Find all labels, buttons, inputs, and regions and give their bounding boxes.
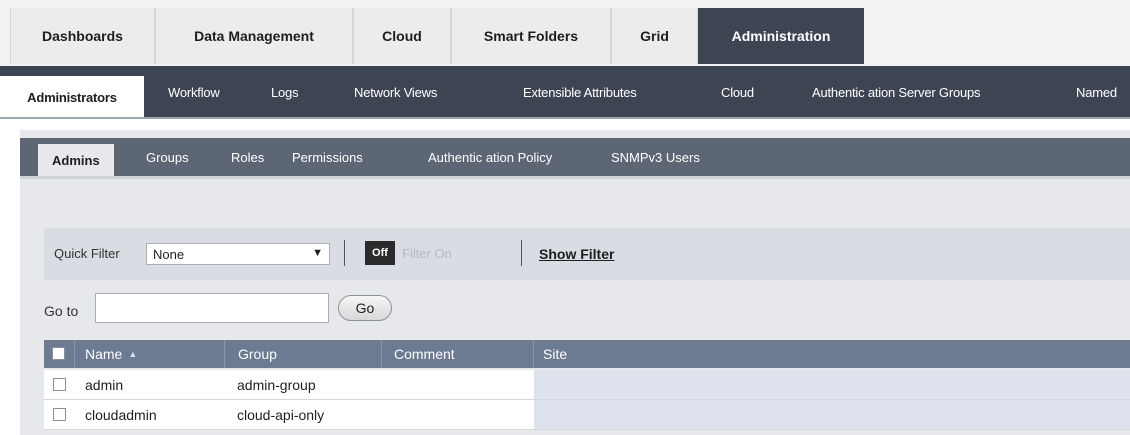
- name-cell: cloudadmin: [85, 407, 157, 423]
- tab-dashboards[interactable]: Dashboards: [10, 8, 155, 64]
- tab-administration[interactable]: Administration: [698, 8, 864, 64]
- nav-administrators[interactable]: Administrators: [0, 76, 144, 119]
- nav-logs[interactable]: Logs: [271, 66, 299, 119]
- subtab-roles[interactable]: Roles: [231, 138, 264, 176]
- subtab-groups[interactable]: Groups: [146, 138, 189, 176]
- column-divider: [74, 340, 75, 368]
- nav-extensible-attributes[interactable]: Extensible Attributes: [523, 66, 637, 119]
- tab-smart-folders[interactable]: Smart Folders: [451, 8, 611, 64]
- row-checkbox[interactable]: [53, 378, 66, 391]
- group-cell: admin-group: [237, 377, 316, 393]
- subtab-admins[interactable]: Admins: [38, 144, 114, 176]
- column-name-label: Name: [85, 346, 123, 362]
- quick-filter-value: None: [153, 246, 185, 262]
- toolbar-separator: [344, 240, 345, 266]
- tab-grid[interactable]: Grid: [611, 8, 698, 64]
- admin-nav-bar: Administrators Workflow Logs Network Vie…: [0, 66, 1130, 119]
- filter-on-toggle[interactable]: Filter On: [402, 246, 452, 261]
- nav-divider: [0, 117, 1130, 119]
- nav-workflow[interactable]: Workflow: [168, 66, 220, 119]
- select-all-checkbox[interactable]: [52, 347, 65, 360]
- site-cell: [534, 370, 1130, 399]
- go-button[interactable]: Go: [338, 295, 392, 321]
- subtab-authentication-policy[interactable]: Authentic ation Policy: [428, 138, 552, 176]
- nav-named[interactable]: Named: [1076, 66, 1117, 119]
- nav-authentication-server-groups[interactable]: Authentic ation Server Groups: [812, 66, 981, 119]
- subtab-permissions[interactable]: Permissions: [292, 138, 363, 176]
- site-cell: [534, 400, 1130, 429]
- main-tab-bar: Dashboards Data Management Cloud Smart F…: [0, 0, 1130, 67]
- nav-network-views[interactable]: Network Views: [354, 66, 437, 119]
- subtab-divider: [20, 176, 1130, 179]
- show-filter-link[interactable]: Show Filter: [539, 246, 614, 262]
- tab-cloud[interactable]: Cloud: [353, 8, 451, 64]
- column-header-name[interactable]: Name ▲: [85, 340, 137, 368]
- toolbar-separator: [521, 240, 522, 266]
- sub-tab-bar: Admins Groups Roles Permissions Authenti…: [20, 138, 1130, 176]
- column-divider: [533, 340, 534, 368]
- table-header: Name ▲ Group Comment Site: [44, 340, 1130, 368]
- name-cell: admin: [85, 377, 124, 393]
- row-checkbox[interactable]: [53, 408, 66, 421]
- column-divider: [224, 340, 225, 368]
- dropdown-arrow-icon: ▼: [312, 247, 323, 259]
- column-divider: [381, 340, 382, 368]
- goto-input[interactable]: [95, 293, 329, 323]
- filter-off-toggle[interactable]: Off: [365, 241, 395, 265]
- column-header-comment[interactable]: Comment: [394, 340, 455, 368]
- column-header-group[interactable]: Group: [238, 340, 277, 368]
- sort-asc-icon: ▲: [128, 349, 138, 359]
- group-cell: cloud-api-only: [237, 407, 325, 423]
- table-row[interactable]: admin admin-group: [44, 370, 1130, 400]
- quick-filter-label: Quick Filter: [54, 246, 120, 261]
- goto-label: Go to: [44, 303, 79, 319]
- subtab-snmpv3-users[interactable]: SNMPv3 Users: [611, 138, 700, 176]
- tab-data-management[interactable]: Data Management: [155, 8, 353, 64]
- nav-cloud[interactable]: Cloud: [721, 66, 754, 119]
- quick-filter-select[interactable]: None ▼: [146, 243, 330, 265]
- table-row[interactable]: cloudadmin cloud-api-only: [44, 400, 1130, 430]
- column-header-site[interactable]: Site: [543, 340, 567, 368]
